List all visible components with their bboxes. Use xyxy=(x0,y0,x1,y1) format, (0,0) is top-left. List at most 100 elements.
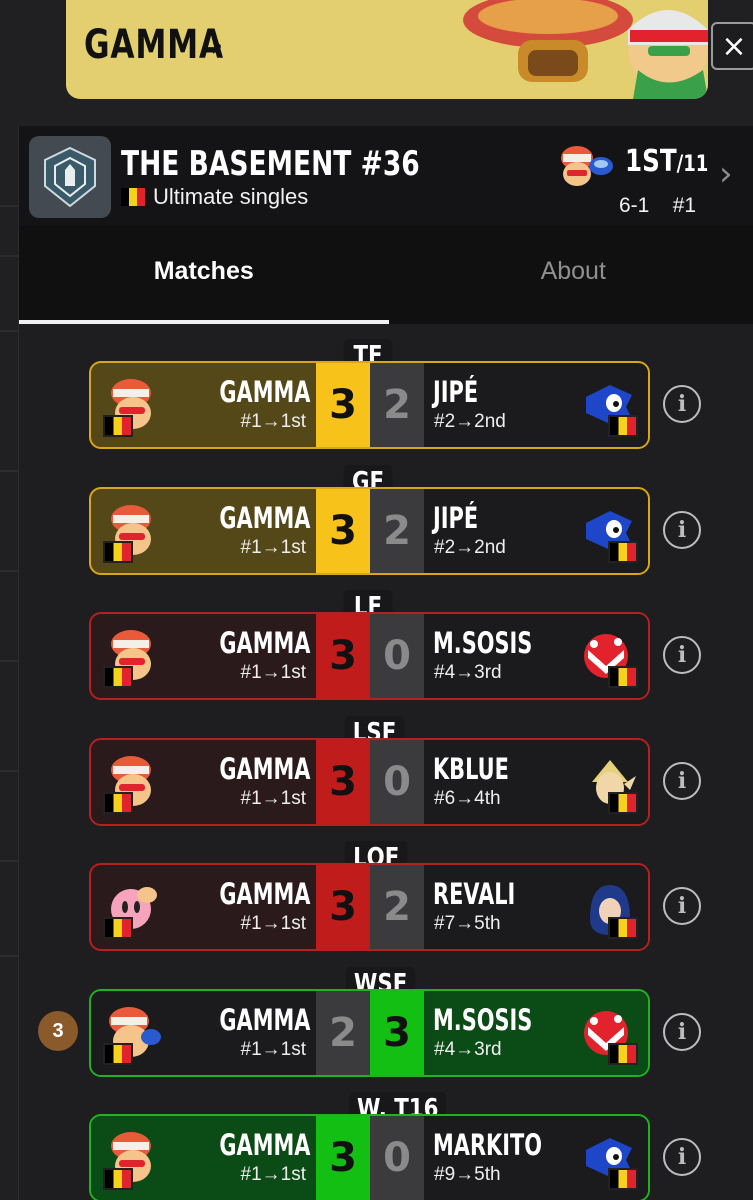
belgium-flag-icon xyxy=(608,792,638,814)
score-right: 0 xyxy=(370,1116,424,1200)
player-name-right: KBLUE xyxy=(433,752,509,786)
score-left: 3 xyxy=(316,865,370,949)
info-icon[interactable]: i xyxy=(663,511,701,549)
player-name-right: M.SOSIS xyxy=(433,1003,533,1037)
match-row[interactable]: GAMMA #1→1st 3 2 JIPÉ #2→2nd xyxy=(89,361,650,449)
info-icon[interactable]: i xyxy=(663,1013,701,1051)
banner-player-name: GAMMA xyxy=(84,22,224,68)
character-icon xyxy=(580,377,638,437)
player-name-right: JIPÉ xyxy=(433,501,479,535)
belgium-flag-icon xyxy=(103,666,133,688)
event-header[interactable]: THE BASEMENT #36 Ultimate singles 1ST/11… xyxy=(19,126,753,226)
match-row[interactable]: GAMMA #1→1st 2 3 M.SOSIS #4→3rd xyxy=(89,989,650,1077)
player-name-left: GAMMA xyxy=(218,1128,310,1162)
record-and-seed: 6-1 #1 xyxy=(619,194,696,218)
score-right: 2 xyxy=(370,363,424,447)
score-right: 3 xyxy=(370,991,424,1075)
player-name-left: GAMMA xyxy=(218,626,310,660)
player-seed-left: #1→1st xyxy=(240,662,306,683)
player-seed-right: #4→3rd xyxy=(434,662,502,683)
player-seed-left: #1→1st xyxy=(240,913,306,934)
score-left: 3 xyxy=(316,363,370,447)
belgium-flag-icon xyxy=(103,1043,133,1065)
info-icon[interactable]: i xyxy=(663,887,701,925)
player-name-right: REVALI xyxy=(433,877,516,911)
match-row[interactable]: GAMMA #1→1st 3 2 JIPÉ #2→2nd xyxy=(89,487,650,575)
match-row[interactable]: GAMMA #1→1st 3 2 REVALI #7→5th xyxy=(89,863,650,951)
score-left: 3 xyxy=(316,1116,370,1200)
event-game: Ultimate singles xyxy=(153,184,309,209)
character-icon xyxy=(580,1005,638,1065)
belgium-flag-icon xyxy=(103,917,133,939)
score-right: 2 xyxy=(370,865,424,949)
belgium-flag-icon xyxy=(103,541,133,563)
chevron-right-icon: › xyxy=(210,26,224,64)
player-seed-right: #6→4th xyxy=(434,788,501,809)
player-name-right: JIPÉ xyxy=(433,375,479,409)
player-name-left: GAMMA xyxy=(218,752,310,786)
score-left: 3 xyxy=(316,489,370,573)
player-name-right: MARKITO xyxy=(433,1128,542,1162)
character-icon xyxy=(103,754,161,814)
character-icon xyxy=(103,377,161,437)
player-name-left: GAMMA xyxy=(218,1003,310,1037)
match-row[interactable]: GAMMA #1→1st 3 0 KBLUE #6→4th xyxy=(89,738,650,826)
belgium-flag-icon xyxy=(608,1043,638,1065)
character-icon xyxy=(580,754,638,814)
info-icon[interactable]: i xyxy=(663,1138,701,1176)
character-icon xyxy=(580,1130,638,1190)
info-icon[interactable]: i xyxy=(663,385,701,423)
character-icon xyxy=(580,628,638,688)
set-record: 6-1 xyxy=(619,194,650,217)
upset-badge: 3 xyxy=(38,1011,78,1051)
character-icon xyxy=(103,1005,161,1065)
event-subtitle-row: Ultimate singles xyxy=(121,184,308,210)
tab-about[interactable]: About xyxy=(389,226,753,324)
match-row[interactable]: GAMMA #1→1st 3 0 M.SOSIS #4→3rd xyxy=(89,612,650,700)
belgium-flag-icon xyxy=(103,1168,133,1190)
info-icon[interactable]: i xyxy=(663,762,701,800)
character-stock-icon xyxy=(561,146,613,186)
score-left: 3 xyxy=(316,740,370,824)
player-name-right: M.SOSIS xyxy=(433,626,533,660)
player-seed-left: #1→1st xyxy=(240,1164,306,1185)
player-seed-right: #9→5th xyxy=(434,1164,501,1185)
player-seed-right: #2→2nd xyxy=(434,537,506,558)
character-icon xyxy=(580,503,638,563)
match-row[interactable]: GAMMA #1→1st 3 0 MARKITO #9→5th xyxy=(89,1114,650,1200)
info-icon[interactable]: i xyxy=(663,636,701,674)
belgium-flag-icon xyxy=(121,188,145,206)
player-seed-left: #1→1st xyxy=(240,411,306,432)
score-right: 0 xyxy=(370,740,424,824)
event-title: THE BASEMENT #36 xyxy=(121,144,420,184)
score-right: 0 xyxy=(370,614,424,698)
belgium-flag-icon xyxy=(608,917,638,939)
chevron-right-icon[interactable]: › xyxy=(719,154,733,194)
belgium-flag-icon xyxy=(608,1168,638,1190)
player-seed-right: #4→3rd xyxy=(434,1039,502,1060)
player-name-left: GAMMA xyxy=(218,501,310,535)
score-right: 2 xyxy=(370,489,424,573)
close-icon: × xyxy=(721,28,747,64)
player-seed-left: #1→1st xyxy=(240,537,306,558)
tab-bar: Matches About xyxy=(19,226,753,324)
character-icon xyxy=(580,879,638,939)
player-seed-left: #1→1st xyxy=(240,1039,306,1060)
player-seed-left: #1→1st xyxy=(240,788,306,809)
player-name-left: GAMMA xyxy=(218,877,310,911)
belgium-flag-icon xyxy=(608,415,638,437)
character-icon xyxy=(103,503,161,563)
score-left: 2 xyxy=(316,991,370,1075)
character-icon xyxy=(103,879,161,939)
belgium-flag-icon xyxy=(103,792,133,814)
player-seed-right: #7→5th xyxy=(434,913,501,934)
belgium-flag-icon xyxy=(608,541,638,563)
belgium-flag-icon xyxy=(608,666,638,688)
tab-matches[interactable]: Matches xyxy=(19,226,389,324)
player-banner[interactable]: GAMMA › xyxy=(66,0,708,99)
score-left: 3 xyxy=(316,614,370,698)
event-logo xyxy=(29,136,111,218)
close-button[interactable]: × xyxy=(711,22,753,70)
seed: #1 xyxy=(672,194,697,217)
character-icon xyxy=(103,628,161,688)
